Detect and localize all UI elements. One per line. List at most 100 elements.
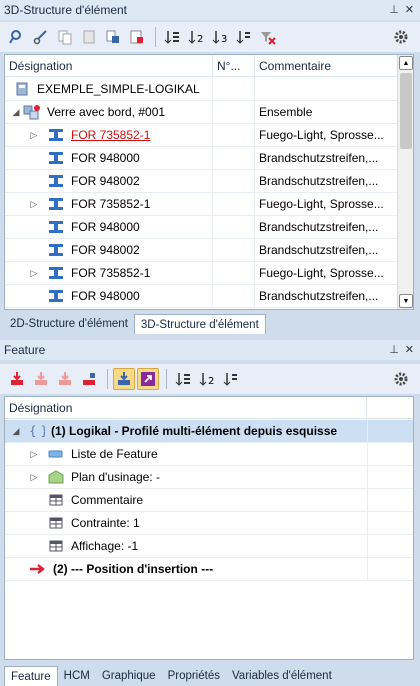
- feature-insert-icon[interactable]: [6, 368, 28, 390]
- svg-text:3: 3: [221, 34, 227, 45]
- cell-number: [213, 216, 255, 238]
- row-name: FOR 948000: [71, 220, 140, 234]
- feature-row[interactable]: Affichage: -1: [5, 535, 413, 558]
- cell-designation: Affichage: -1: [5, 535, 367, 557]
- col-designation[interactable]: Désignation: [5, 55, 213, 76]
- scroll-thumb[interactable]: [400, 73, 412, 149]
- tab-feature[interactable]: Feature: [4, 666, 58, 686]
- cell-empty: [367, 512, 413, 534]
- pin-icon[interactable]: ⊥: [389, 344, 399, 356]
- feature-tabs: Feature HCM Graphique Propriétés Variabl…: [0, 662, 420, 686]
- tree-row[interactable]: FOR 948000 Brandschutzstreifen,...: [5, 147, 397, 170]
- sort-3-icon[interactable]: 3: [209, 26, 231, 48]
- feature-insert-4-icon[interactable]: [78, 368, 100, 390]
- feature-row[interactable]: ▷ Plan d'usinage: -: [5, 466, 413, 489]
- feature-label: Plan d'usinage: -: [71, 470, 161, 484]
- cell-designation: ▷ FOR 735852-1: [5, 193, 213, 215]
- cut-icon[interactable]: [30, 26, 52, 48]
- profile-icon: [47, 150, 65, 166]
- cell-comment: Fuego-Light, Sprosse...: [259, 128, 384, 142]
- feature-insert-3-icon[interactable]: [54, 368, 76, 390]
- find-icon[interactable]: [6, 26, 28, 48]
- cell-number: [213, 124, 255, 146]
- cell-comment: Brandschutzstreifen,...: [259, 243, 379, 257]
- col-designation[interactable]: Désignation: [5, 397, 367, 418]
- cell-number: [213, 193, 255, 215]
- structure-panel-header: 3D-Structure d'élément ⊥ ✕: [0, 0, 420, 20]
- feature-highlight-icon[interactable]: [137, 368, 159, 390]
- profile-icon: [47, 173, 65, 189]
- tab-hcm[interactable]: HCM: [58, 666, 96, 686]
- sort-list-icon[interactable]: [233, 26, 255, 48]
- copy-icon[interactable]: [54, 26, 76, 48]
- tree-row[interactable]: ◢ Verre avec bord, #001 Ensemble: [5, 101, 397, 124]
- tree-row[interactable]: FOR 948002 Brandschutzstreifen,...: [5, 239, 397, 262]
- tree-row[interactable]: EXEMPLE_SIMPLE-LOGIKAL: [5, 78, 397, 101]
- cell-comment: Brandschutzstreifen,...: [259, 151, 379, 165]
- tree-row[interactable]: ▷ FOR 735852-1 Fuego-Light, Sprosse...: [5, 193, 397, 216]
- expand-toggle-icon[interactable]: ▷: [29, 130, 39, 141]
- tree-row[interactable]: FOR 948000 Brandschutzstreifen,...: [5, 216, 397, 239]
- sort-icon[interactable]: [172, 368, 194, 390]
- cell-empty: [367, 535, 413, 557]
- tree-row[interactable]: FOR 948002 Brandschutzstreifen,...: [5, 170, 397, 193]
- cell-designation: FOR 948000: [5, 147, 213, 169]
- feature-list-icon: [47, 446, 65, 462]
- tab-2d-structure[interactable]: 2D-Structure d'élément: [4, 314, 134, 334]
- structure-panel-title: 3D-Structure d'élément: [4, 3, 128, 17]
- expand-toggle-icon[interactable]: ◢: [11, 426, 21, 437]
- structure-toolbar: 2 3: [0, 22, 420, 52]
- feature-toolbar: 2: [0, 364, 420, 394]
- sort-2-icon[interactable]: 2: [196, 368, 218, 390]
- close-icon[interactable]: ✕: [405, 344, 414, 356]
- expand-toggle-icon[interactable]: ▷: [29, 449, 39, 460]
- row-name: Verre avec bord, #001: [47, 105, 166, 119]
- table-icon: [47, 492, 65, 508]
- feature-insert-2-icon[interactable]: [30, 368, 52, 390]
- paste-special-icon[interactable]: [102, 26, 124, 48]
- expand-toggle-icon[interactable]: ▷: [29, 199, 39, 210]
- row-name: FOR 735852-1: [71, 197, 151, 211]
- clear-filter-icon[interactable]: [257, 26, 279, 48]
- cell-designation: ▷ Plan d'usinage: -: [5, 466, 367, 488]
- tree-row[interactable]: ▷ FOR 735852-1 Fuego-Light, Sprosse...: [5, 124, 397, 147]
- close-icon[interactable]: ✕: [405, 4, 414, 16]
- scroll-down-icon[interactable]: ▼: [399, 294, 413, 308]
- sort-icon[interactable]: [161, 26, 183, 48]
- tree-row[interactable]: FOR 948000 Brandschutzstreifen,...: [5, 285, 397, 308]
- structure-scrollbar[interactable]: ▲ ▼: [397, 55, 413, 309]
- svg-text:{ }: { }: [29, 424, 45, 438]
- feature-row[interactable]: Commentaire: [5, 489, 413, 512]
- cell-designation: FOR 948000: [5, 216, 213, 238]
- tab-variables-element[interactable]: Variables d'élément: [226, 666, 338, 686]
- col-comment[interactable]: Commentaire: [255, 55, 397, 76]
- cell-designation: FOR 948002: [5, 170, 213, 192]
- feature-row[interactable]: ◢ { } (1) Logikal - Profilé multi-élément …: [5, 420, 413, 443]
- paste-icon[interactable]: [78, 26, 100, 48]
- feature-row[interactable]: Contrainte: 1: [5, 512, 413, 535]
- cell-number: [213, 239, 255, 261]
- sort-list-icon[interactable]: [220, 368, 242, 390]
- scroll-up-icon[interactable]: ▲: [399, 56, 413, 70]
- gear-icon[interactable]: [390, 26, 412, 48]
- tab-graphique[interactable]: Graphique: [96, 666, 162, 686]
- row-name: FOR 948000: [71, 289, 140, 303]
- delete-icon[interactable]: [126, 26, 148, 48]
- expand-toggle-icon[interactable]: ▷: [29, 472, 39, 483]
- structure-tabs: 2D-Structure d'élément 3D-Structure d'él…: [0, 312, 420, 334]
- sort-2-icon[interactable]: 2: [185, 26, 207, 48]
- expand-toggle-icon[interactable]: ◢: [11, 107, 21, 118]
- feature-row[interactable]: (2) --- Position d'insertion ---: [5, 558, 413, 581]
- expand-toggle-icon[interactable]: ▷: [29, 268, 39, 279]
- gear-icon[interactable]: [390, 368, 412, 390]
- feature-row[interactable]: ▷ Liste de Feature: [5, 443, 413, 466]
- cell-number: [213, 78, 255, 100]
- feature-mode-icon[interactable]: [113, 368, 135, 390]
- pin-icon[interactable]: ⊥: [389, 4, 399, 16]
- tree-row[interactable]: ▷ FOR 735852-1 Fuego-Light, Sprosse...: [5, 262, 397, 285]
- col-number[interactable]: N°...: [213, 55, 255, 76]
- toolbar-separator: [107, 369, 108, 389]
- cell-comment: Brandschutzstreifen,...: [259, 174, 379, 188]
- tab-3d-structure[interactable]: 3D-Structure d'élément: [133, 314, 266, 334]
- tab-proprietes[interactable]: Propriétés: [162, 666, 226, 686]
